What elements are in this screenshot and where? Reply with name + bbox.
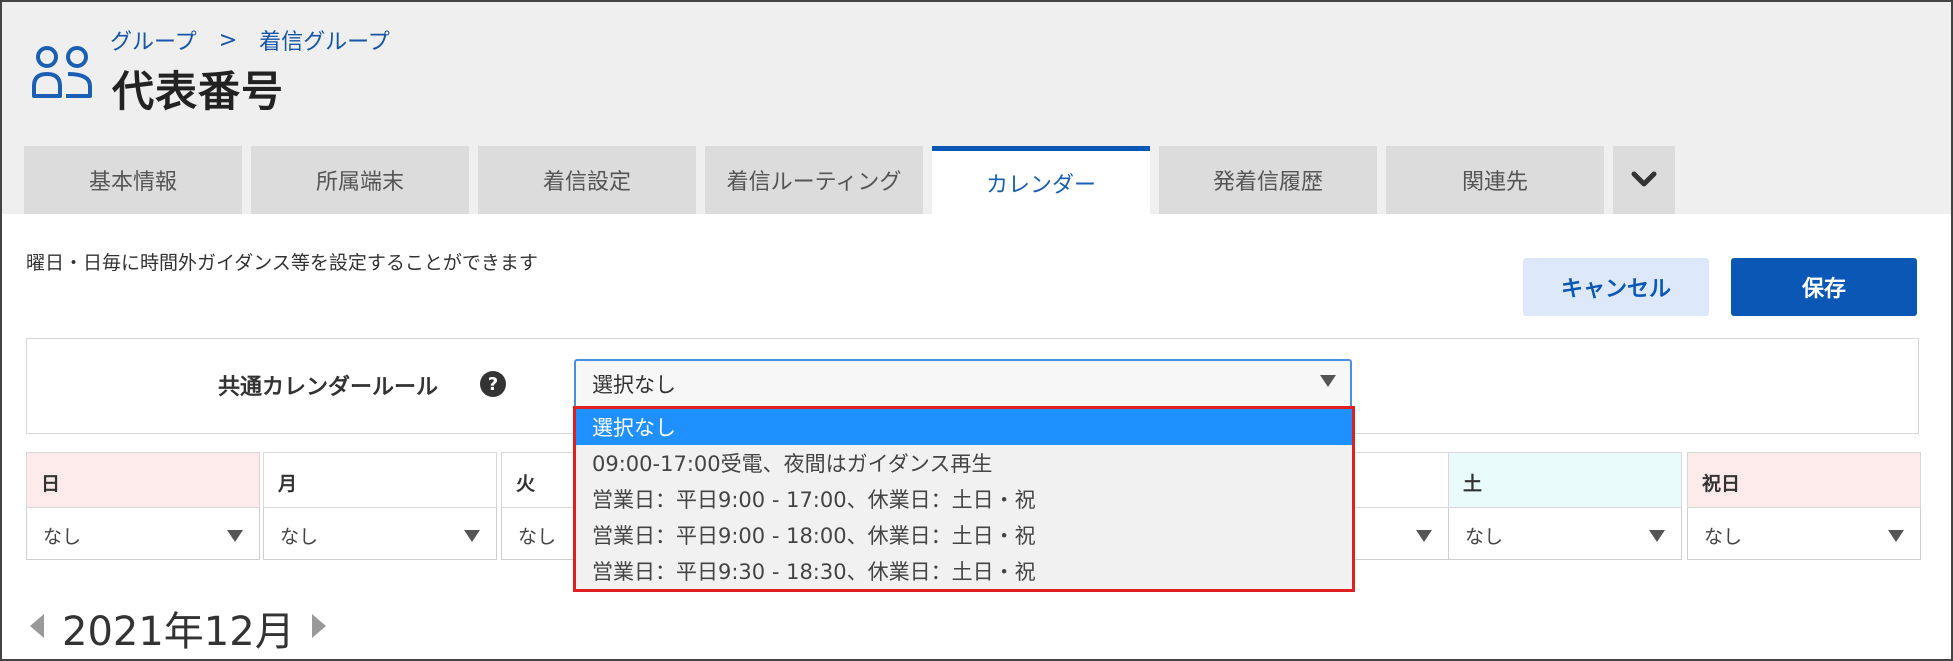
save-button[interactable]: 保存 [1731, 258, 1917, 316]
day-select-holiday[interactable]: なし [1687, 508, 1921, 560]
day-select-value: なし [43, 526, 82, 548]
month-label: 2021年12月 [62, 609, 295, 655]
day-select-monday[interactable]: なし [263, 508, 497, 560]
dropdown-arrow-icon [1888, 530, 1904, 542]
dropdown-arrow-icon [1649, 530, 1665, 542]
tab-incoming-settings[interactable]: 着信設定 [478, 146, 696, 214]
day-column-saturday: 土 なし [1448, 452, 1682, 560]
tab-bar: 基本情報 所属端末 着信設定 着信ルーティング カレンダー 発着信履歴 関連先 [24, 146, 1675, 214]
tab-member-devices[interactable]: 所属端末 [251, 146, 469, 214]
common-rule-selected-value: 選択なし [592, 373, 676, 397]
tab-related[interactable]: 関連先 [1386, 146, 1604, 214]
dropdown-arrow-icon [1416, 530, 1432, 542]
dropdown-option[interactable]: 選択なし [576, 409, 1352, 445]
breadcrumb-group[interactable]: グループ [110, 24, 197, 56]
breadcrumb-incoming-group[interactable]: 着信グループ [259, 24, 390, 56]
dropdown-option[interactable]: 営業日：平日9:00 - 17:00、休業日：土日・祝 [576, 481, 1352, 517]
common-rule-label: 共通カレンダールール [218, 375, 439, 400]
page-header: グループ > 着信グループ 代表番号 基本情報 所属端末 着信設定 着信ルーティ… [2, 2, 1951, 214]
calendar-description: 曜日・日毎に時間外ガイダンス等を設定することができます [26, 252, 538, 274]
question-circle-icon[interactable]: ? [480, 371, 506, 397]
dropdown-option[interactable]: 営業日：平日9:30 - 18:30、休業日：土日・祝 [576, 553, 1352, 589]
group-icon [32, 46, 92, 98]
tab-call-history[interactable]: 発着信履歴 [1159, 146, 1377, 214]
page-title: 代表番号 [112, 67, 285, 116]
breadcrumb: グループ > 着信グループ [110, 24, 390, 56]
dropdown-arrow-icon [227, 530, 243, 542]
day-column-sunday: 日 なし [26, 452, 260, 560]
tab-basic-info[interactable]: 基本情報 [24, 146, 242, 214]
prev-month-icon[interactable] [30, 614, 44, 638]
tab-more-button[interactable] [1613, 146, 1675, 214]
day-select-sunday[interactable]: なし [26, 508, 260, 560]
app-frame: グループ > 着信グループ 代表番号 基本情報 所属端末 着信設定 着信ルーティ… [0, 0, 1953, 661]
cancel-button[interactable]: キャンセル [1523, 258, 1709, 316]
dropdown-arrow-icon [464, 530, 480, 542]
day-select-value: なし [1465, 526, 1504, 548]
day-column-monday: 月 なし [263, 452, 497, 560]
day-label-holiday: 祝日 [1687, 452, 1921, 508]
day-select-value: なし [280, 526, 319, 548]
breadcrumb-separator: > [218, 27, 238, 53]
next-month-icon[interactable] [312, 614, 326, 638]
day-select-value: なし [518, 526, 557, 548]
day-select-value: なし [1704, 526, 1743, 548]
day-label-sunday: 日 [26, 452, 260, 508]
dropdown-option[interactable]: 09:00-17:00受電、夜間はガイダンス再生 [576, 445, 1352, 481]
tab-incoming-routing[interactable]: 着信ルーティング [705, 146, 923, 214]
day-select-saturday[interactable]: なし [1448, 508, 1682, 560]
day-label-saturday: 土 [1448, 452, 1682, 508]
day-label-monday: 月 [263, 452, 497, 508]
tab-calendar[interactable]: カレンダー [932, 146, 1150, 214]
dropdown-arrow-icon [1320, 375, 1336, 387]
common-rule-dropdown-list: 選択なし 09:00-17:00受電、夜間はガイダンス再生 営業日：平日9:00… [573, 406, 1355, 592]
dropdown-option[interactable]: 営業日：平日9:00 - 18:00、休業日：土日・祝 [576, 517, 1352, 553]
common-rule-select[interactable]: 選択なし [574, 359, 1352, 409]
day-column-holiday: 祝日 なし [1687, 452, 1921, 560]
chevron-down-icon [1631, 171, 1657, 187]
